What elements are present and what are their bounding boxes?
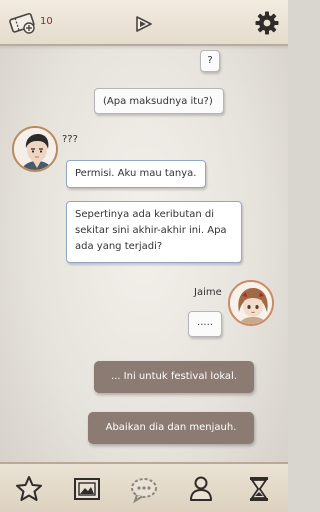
nav-chat-button[interactable]: [127, 472, 161, 506]
skip-button[interactable]: [134, 14, 154, 34]
nav-star-button[interactable]: [12, 472, 46, 506]
top-bar: 10: [0, 0, 288, 50]
player-speaker-name: Jaime: [194, 287, 222, 298]
choice-button-festival[interactable]: ... Ini untuk festival lokal.: [94, 361, 254, 393]
album-icon: [74, 478, 100, 500]
nav-profile-button[interactable]: [184, 472, 218, 506]
bottom-nav: [0, 462, 288, 512]
message-text: Sepertinya ada keributan di sekitar sini…: [75, 209, 227, 252]
npc-portrait: [14, 128, 56, 170]
player-portrait: [230, 282, 272, 324]
message-text: Permisi. Aku mau tanya.: [75, 168, 197, 179]
npc-message: Permisi. Aku mau tanya.: [66, 160, 206, 188]
message-text: .....: [197, 317, 213, 328]
hourglass-icon: [250, 477, 268, 501]
npc-speaker-name: ???: [62, 134, 78, 145]
ticket-icon: [9, 12, 35, 34]
player-message: (Apa maksudnya itu?): [94, 88, 224, 114]
ticket-button[interactable]: [8, 10, 38, 36]
npc-avatar: [12, 126, 58, 172]
nav-album-button[interactable]: [70, 472, 104, 506]
settings-button[interactable]: [255, 11, 279, 35]
chat-icon: [131, 478, 157, 504]
gear-icon: [255, 11, 279, 35]
message-text: ?: [207, 55, 213, 66]
ticket-count: 10: [40, 16, 53, 27]
nav-hourglass-button[interactable]: [242, 472, 276, 506]
npc-message: Sepertinya ada keributan di sekitar sini…: [66, 201, 242, 263]
message-text: (Apa maksudnya itu?): [103, 96, 213, 107]
choice-button-ignore[interactable]: Abaikan dia dan menjauh.: [88, 412, 254, 444]
player-avatar: [228, 280, 274, 326]
player-message: ?: [200, 50, 220, 72]
chat-screen: 10 ? (Apa maksudnya itu?) ??? Permisi. A…: [0, 0, 288, 512]
star-icon: [16, 476, 42, 501]
skip-icon: [136, 16, 152, 32]
player-message: .....: [188, 311, 222, 337]
profile-icon: [190, 476, 212, 501]
